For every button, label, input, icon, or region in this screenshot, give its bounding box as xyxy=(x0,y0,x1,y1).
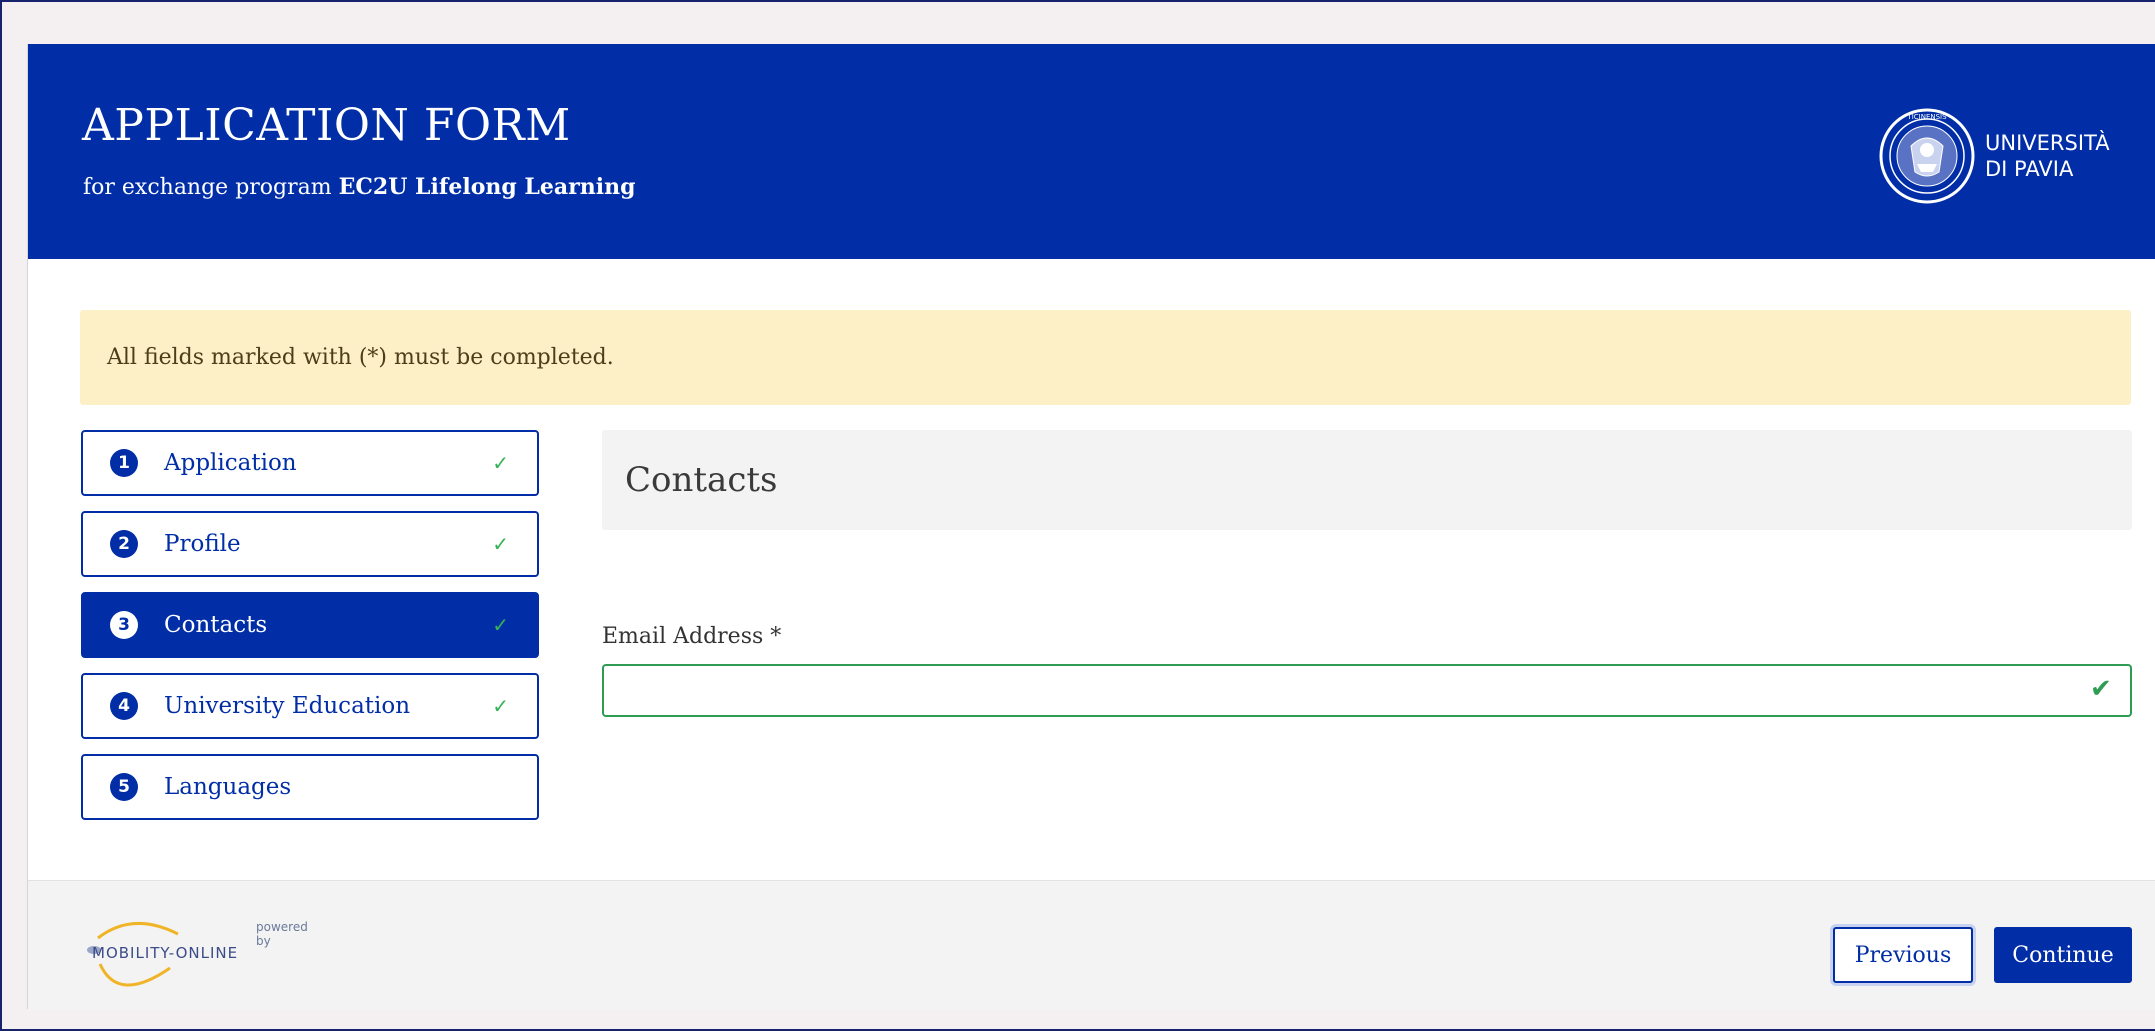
check-icon: ✓ xyxy=(492,451,509,475)
continue-button[interactable]: Continue xyxy=(1994,927,2132,983)
step-number-badge: 5 xyxy=(110,773,138,801)
header-banner: APPLICATION FORM for exchange program EC… xyxy=(28,44,2155,259)
step-application[interactable]: 1 Application ✓ xyxy=(81,430,539,496)
step-number-badge: 1 xyxy=(110,449,138,477)
university-logo: TICINENSIS UNIVERSITÀ DI PAVIA xyxy=(1877,106,2110,206)
step-profile[interactable]: 2 Profile ✓ xyxy=(81,511,539,577)
step-label: Profile xyxy=(164,531,241,557)
check-icon: ✓ xyxy=(492,613,509,637)
university-name: UNIVERSITÀ DI PAVIA xyxy=(1985,130,2110,182)
university-name-line2: DI PAVIA xyxy=(1985,157,2074,181)
footer-bar: powered by MOBILITY-ONLINE Previous Cont… xyxy=(28,880,2155,1010)
step-languages[interactable]: 5 Languages xyxy=(81,754,539,820)
step-number-badge: 3 xyxy=(110,611,138,639)
step-number-badge: 4 xyxy=(110,692,138,720)
page-subtitle: for exchange program EC2U Lifelong Learn… xyxy=(83,174,635,200)
step-label: Languages xyxy=(164,774,292,800)
mobility-online-logo: powered by MOBILITY-ONLINE xyxy=(78,906,318,996)
powered-by-label: powered by xyxy=(256,920,308,948)
step-university-education[interactable]: 4 University Education ✓ xyxy=(81,673,539,739)
email-field-label: Email Address * xyxy=(602,624,782,649)
section-heading-box: Contacts xyxy=(602,430,2132,530)
mobility-online-brand: MOBILITY-ONLINE xyxy=(92,944,239,962)
step-label: Contacts xyxy=(164,612,268,638)
program-name: EC2U Lifelong Learning xyxy=(338,174,636,200)
university-seal-icon: TICINENSIS xyxy=(1879,108,1975,204)
step-contacts[interactable]: 3 Contacts ✓ xyxy=(81,592,539,658)
check-icon: ✓ xyxy=(492,694,509,718)
step-navigation: 1 Application ✓ 2 Profile ✓ 3 Contacts ✓… xyxy=(81,430,539,835)
section-title: Contacts xyxy=(625,460,778,500)
step-label: University Education xyxy=(164,693,411,719)
application-card: APPLICATION FORM for exchange program EC… xyxy=(27,44,2155,1010)
check-icon: ✓ xyxy=(492,532,509,556)
page-title: APPLICATION FORM xyxy=(82,100,571,151)
svg-text:TICINENSIS: TICINENSIS xyxy=(1906,113,1947,121)
subtitle-prefix: for exchange program xyxy=(83,175,339,200)
required-fields-notice: All fields marked with (*) must be compl… xyxy=(80,310,2131,405)
university-name-line1: UNIVERSITÀ xyxy=(1985,131,2110,155)
step-number-badge: 2 xyxy=(110,530,138,558)
previous-button[interactable]: Previous xyxy=(1833,927,1973,983)
step-label: Application xyxy=(164,450,297,476)
valid-check-icon: ✔ xyxy=(2090,674,2112,704)
email-field[interactable] xyxy=(602,664,2132,717)
